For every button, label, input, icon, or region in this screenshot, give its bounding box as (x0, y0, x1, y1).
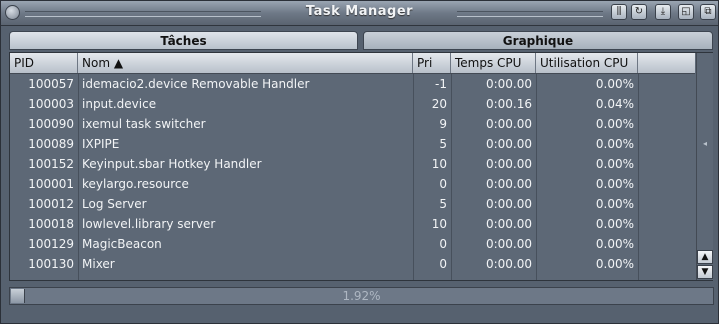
process-list[interactable]: PID Nom ▲ Pri Temps CPU Utilisation CPU … (9, 52, 713, 281)
jump-icon[interactable]: ⤓ (655, 4, 671, 20)
cell-cpu-time: 0:00.00 (485, 77, 532, 91)
task-manager-window: Task Manager ⫼ ↻ ⤓ ◱ ⧉ Tâches Graphique … (0, 0, 719, 324)
cell-cpu-time: 0:00.00 (485, 197, 532, 211)
cell-pri: 9 (439, 117, 447, 131)
scroll-down-icon[interactable]: ▼ (697, 265, 713, 279)
cell-pri: 10 (431, 157, 447, 171)
cell-cpu-usage: 0.00% (595, 137, 634, 151)
cell-cpu-usage: 0.00% (595, 77, 634, 91)
cell-pid: 100129 (28, 237, 74, 251)
cell-cpu-time: 0:00.00 (485, 117, 532, 131)
cell-name: MagicBeacon (82, 237, 162, 251)
cell-name: input.device (82, 97, 157, 111)
table-row[interactable]: 100057 idemacio2.device Removable Handler… (10, 74, 695, 94)
cell-pid: 100130 (28, 257, 74, 271)
cell-cpu-time: 0:00.00 (485, 157, 532, 171)
cpu-usage-label: 1.92% (342, 289, 381, 303)
title-bar[interactable]: Task Manager ⫼ ↻ ⤓ ◱ ⧉ (1, 1, 718, 26)
cell-pid: 100089 (28, 137, 74, 151)
cell-cpu-time: 0:00.00 (485, 237, 532, 251)
cell-pri: 10 (431, 217, 447, 231)
depth-icon[interactable]: ⧉ (700, 4, 716, 20)
table-row[interactable]: 100090 ixemul task switcher 9 0:00.00 0.00% (10, 114, 695, 134)
cell-cpu-time: 0:00.00 (485, 137, 532, 151)
table-row[interactable]: 100018 lowlevel.library server 10 0:00.00 0.… (10, 214, 695, 234)
column-header-filler (638, 53, 695, 73)
cell-pid: 100001 (28, 177, 74, 191)
table-row[interactable]: 100130 Mixer 0 0:00.00 0.00% (10, 254, 695, 274)
cell-cpu-time: 0:00.00 (485, 177, 532, 191)
cell-name: lowlevel.library server (82, 217, 216, 231)
cell-cpu-time: 0:00.00 (485, 257, 532, 271)
cell-pid: 100003 (28, 97, 74, 111)
cell-name: Log Server (82, 197, 147, 211)
table-row[interactable]: 100129 MagicBeacon 0 0:00.00 0.00% (10, 234, 695, 254)
cell-pid: 100057 (28, 77, 74, 91)
cell-pid: 100152 (28, 157, 74, 171)
table-row[interactable]: 100089 IXPIPE 5 0:00.00 0.00% (10, 134, 695, 154)
cell-cpu-usage: 0.04% (595, 97, 634, 111)
cell-cpu-time: 0:00.00 (485, 217, 532, 231)
column-header-cpu-time[interactable]: Temps CPU (451, 53, 536, 73)
title-decoration-right (457, 11, 603, 17)
cell-name: Mixer (82, 257, 115, 271)
cell-pri: -1 (435, 77, 447, 91)
cell-name: idemacio2.device Removable Handler (82, 77, 310, 91)
cell-cpu-usage: 0.00% (595, 237, 634, 251)
snapshot-icon[interactable]: ↻ (631, 4, 647, 20)
cell-pid: 100018 (28, 217, 74, 231)
table-row[interactable]: 100003 input.device 20 0:00.16 0.04% (10, 94, 695, 114)
column-header-pri[interactable]: Pri (413, 53, 451, 73)
vertical-scrollbar[interactable]: ◂ ▲ ▼ (696, 53, 713, 280)
column-header-cpu-usage[interactable]: Utilisation CPU (536, 53, 638, 73)
process-rows: 100057 idemacio2.device Removable Handler… (10, 74, 695, 280)
cell-name: Keyinput.sbar Hotkey Handler (82, 157, 262, 171)
cell-cpu-usage: 0.00% (595, 157, 634, 171)
cpu-usage-bar: 1.92% (9, 287, 714, 305)
cell-cpu-usage: 0.00% (595, 177, 634, 191)
table-row[interactable]: 100001 keylargo.resource 0 0:00.00 0.00% (10, 174, 695, 194)
scroll-knob-icon[interactable]: ◂ (701, 139, 709, 149)
tab-taches[interactable]: Tâches (9, 31, 358, 50)
table-row[interactable]: 100012 Log Server 5 0:00.00 0.00% (10, 194, 695, 214)
column-header-name[interactable]: Nom ▲ (78, 53, 413, 73)
cell-pri: 0 (439, 237, 447, 251)
cell-cpu-time: 0:00.16 (485, 97, 532, 111)
iconify-icon[interactable]: ⫼ (611, 4, 627, 20)
table-row[interactable]: 100152 Keyinput.sbar Hotkey Handler 10 0:00… (10, 154, 695, 174)
cell-name: keylargo.resource (82, 177, 189, 191)
cell-name: ixemul task switcher (82, 117, 206, 131)
cell-cpu-usage: 0.00% (595, 217, 634, 231)
scroll-up-icon[interactable]: ▲ (697, 250, 713, 264)
cell-cpu-usage: 0.00% (595, 257, 634, 271)
cell-pri: 5 (439, 197, 447, 211)
cell-pri: 5 (439, 137, 447, 151)
cell-pri: 20 (431, 97, 447, 111)
column-header-pid[interactable]: PID (10, 53, 78, 73)
zoom-icon[interactable]: ◱ (678, 4, 694, 20)
cell-name: IXPIPE (82, 137, 120, 151)
list-header: PID Nom ▲ Pri Temps CPU Utilisation CPU (10, 53, 695, 74)
cell-pri: 0 (439, 177, 447, 191)
cell-cpu-usage: 0.00% (595, 197, 634, 211)
cell-cpu-usage: 0.00% (595, 117, 634, 131)
cell-pid: 100090 (28, 117, 74, 131)
cell-pri: 0 (439, 257, 447, 271)
tab-graphique[interactable]: Graphique (363, 31, 713, 50)
cell-pid: 100012 (28, 197, 74, 211)
